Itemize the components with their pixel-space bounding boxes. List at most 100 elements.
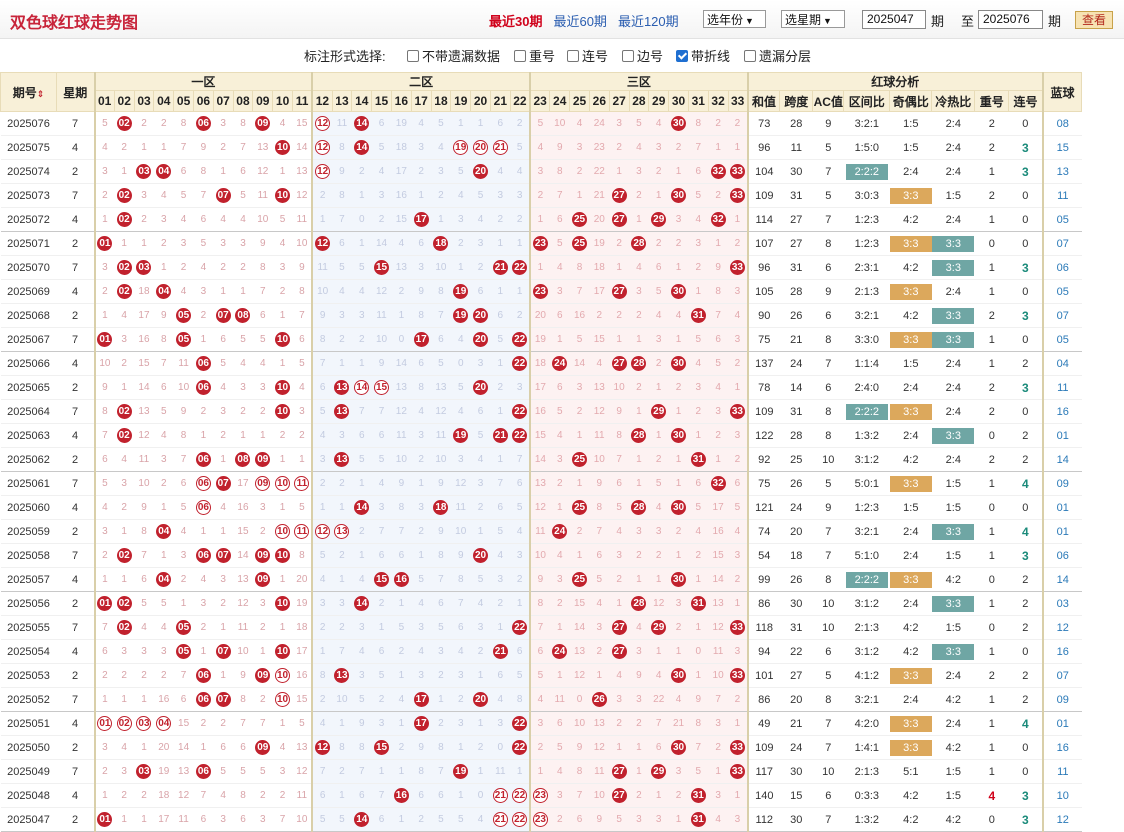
omit-count: 12 (252, 159, 273, 184)
omit-count: 5 (233, 183, 253, 208)
omit-count: 5 (629, 111, 649, 136)
period-30-link[interactable]: 最近30期 (489, 14, 542, 29)
omit-count: 5 (233, 759, 253, 784)
omit-count: 2 (688, 543, 709, 568)
omit-count: 13 (529, 471, 550, 496)
span-cell: 15 (779, 783, 813, 808)
omit-count: 2 (728, 231, 748, 256)
ball-cell: 22 (510, 255, 531, 280)
checkbox-icon[interactable] (514, 50, 526, 62)
red-ball: 02 (116, 596, 132, 611)
omit-count: 5 (490, 327, 511, 352)
omit-count: 4 (668, 687, 689, 712)
ball-cell: 13 (332, 447, 352, 472)
sort-icon[interactable]: ⇕ (37, 89, 45, 99)
omit-count: 1 (450, 735, 471, 760)
red-ball: 22 (512, 404, 528, 419)
omit-count: 3 (411, 135, 432, 160)
ac-cell: 8 (812, 687, 844, 712)
to-issue-input[interactable]: 2025076 (978, 10, 1043, 29)
omit-count: 1 (708, 135, 728, 160)
omit-count: 1 (529, 207, 550, 232)
omit-count: 2 (193, 399, 214, 424)
sum-cell: 122 (746, 423, 780, 448)
checkbox-icon[interactable] (622, 50, 634, 62)
omit-count: 2 (391, 735, 412, 760)
ball-cell: 14 (351, 495, 372, 520)
repeat-count-cell: 2 (974, 447, 1009, 472)
omit-count: 3 (411, 495, 432, 520)
ball-number-header: 06 (192, 90, 214, 112)
ball-cell: 12 (311, 159, 333, 184)
year-select[interactable]: 选年份 ▼ (703, 10, 766, 28)
ac-cell: 8 (812, 327, 844, 352)
omit-count: 7 (311, 351, 333, 376)
omit-count: 2 (213, 135, 234, 160)
omit-count: 0 (569, 687, 590, 712)
red-ball: 17 (413, 692, 429, 707)
omit-count: 1 (134, 735, 154, 760)
from-issue-input[interactable]: 2025047 (862, 10, 926, 29)
red-ball: 26 (591, 692, 607, 707)
omit-count: 8 (411, 303, 432, 328)
omit-count: 4 (311, 567, 333, 592)
red-ball: 07 (215, 476, 231, 491)
omit-count: 1 (213, 615, 234, 640)
table-row: 2025065 2 9 1 14 6 10 06 4 3 3 10 4 6 13 14 15 13 8 13 5 20 2 3… (0, 375, 1082, 400)
omit-count: 4 (470, 207, 491, 232)
table-row: 2025075 4 4 2 1 1 7 9 2 7 13 10 14 12 8 14 5 18 3 4 19 20 21 5 4… (0, 135, 1082, 160)
red-ball: 28 (631, 428, 647, 443)
checkbox-icon[interactable] (407, 50, 419, 62)
ac-cell: 9 (812, 279, 844, 304)
week-select[interactable]: 选星期 ▼ (781, 10, 845, 28)
omit-count: 18 (292, 615, 313, 640)
sum-cell: 86 (746, 591, 780, 616)
omit-count: 7 (431, 303, 451, 328)
omit-count: 3 (332, 591, 352, 616)
blue-ball-cell: 05 (1041, 327, 1082, 352)
option-line[interactable]: 带折线 (676, 46, 730, 65)
checkbox-icon[interactable] (567, 50, 579, 62)
red-ball: 25 (572, 236, 588, 251)
red-ball: 14 (354, 500, 370, 515)
red-ball: 21 (492, 788, 508, 803)
odd-even-cell: 3:3 (889, 399, 932, 424)
ball-cell: 19 (450, 423, 471, 448)
red-ball: 30 (671, 356, 686, 371)
omit-count: 2 (529, 735, 550, 760)
period-60-link[interactable]: 最近60期 (553, 14, 606, 29)
omit-count: 10 (93, 351, 115, 376)
checkbox-icon[interactable] (744, 50, 756, 62)
omit-count: 14 (529, 447, 550, 472)
omit-count: 1 (391, 591, 412, 616)
ball-cell: 14 (351, 135, 372, 160)
option-layered[interactable]: 遗漏分层 (744, 46, 811, 65)
table-row: 2025055 7 7 02 4 4 05 2 1 11 2 1 18 2 2 3 1 5 3 5 6 3 1 22 7 1 14 3… (0, 615, 1082, 640)
option-no-omit[interactable]: 不带遗漏数据 (407, 46, 500, 65)
analysis-col-header: 跨度 (779, 90, 814, 112)
ball-cell: 02 (114, 543, 135, 568)
red-ball: 12 (315, 524, 331, 539)
red-ball: 04 (156, 572, 172, 587)
analysis-header: 红球分析 (746, 72, 1044, 91)
omit-count: 1 (688, 567, 709, 592)
option-edge[interactable]: 边号 (622, 46, 663, 65)
omit-count: 2 (351, 159, 372, 184)
span-cell: 26 (779, 471, 813, 496)
checkbox-checked-icon[interactable] (676, 50, 688, 62)
period-120-link[interactable]: 最近120期 (618, 14, 679, 29)
sum-cell: 140 (746, 783, 780, 808)
consecutive-count-cell: 0 (1008, 495, 1043, 520)
omit-count: 6 (193, 207, 214, 232)
omit-count: 6 (371, 111, 392, 136)
omit-count: 3 (569, 135, 590, 160)
red-ball: 03 (136, 716, 152, 731)
option-consecutive[interactable]: 连号 (567, 46, 608, 65)
option-repeat[interactable]: 重号 (514, 46, 555, 65)
ball-number-header: 05 (173, 90, 194, 112)
query-button[interactable]: 查看 (1075, 11, 1114, 29)
ball-cell: 10 (272, 327, 293, 352)
table-row: 2025072 4 1 02 2 3 4 6 4 4 10 5 11 1 7 0 2 15 17 1 3 4 2 2 1 6 25 2… (0, 207, 1082, 232)
ball-cell: 21 (490, 423, 511, 448)
issue-header[interactable]: 期号⇕ (0, 72, 57, 112)
